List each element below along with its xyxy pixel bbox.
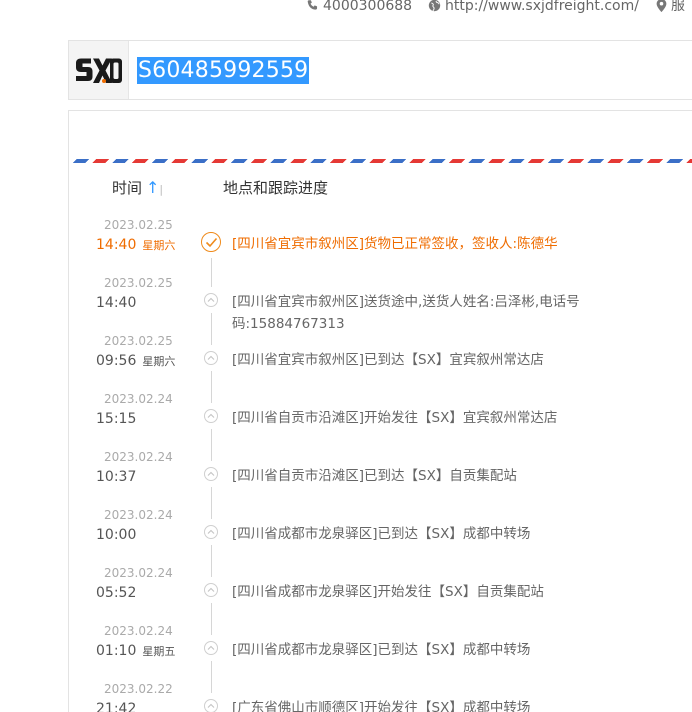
event-description: [四川省成都市龙泉驿区]开始发往【SX】自贡集配站 — [232, 584, 544, 600]
chevron-up-icon — [204, 409, 218, 423]
event-time-block: 14:40 — [96, 293, 136, 313]
chevron-up-icon — [204, 293, 218, 307]
location-pin-icon — [656, 0, 667, 12]
event-time: 01:10 — [96, 643, 137, 659]
event-description: [四川省宜宾市叙州区]送货途中,送货人姓名:吕泽彬,电话号码:158847673… — [232, 294, 580, 332]
website-url: http://www.sxjdfreight.com/ — [445, 0, 639, 14]
event-time-block: 21:42 — [96, 699, 136, 712]
company-logo — [69, 41, 129, 99]
event-date: 2023.02.22 — [104, 682, 173, 696]
chevron-up-icon — [204, 699, 218, 712]
event-date: 2023.02.24 — [104, 392, 173, 406]
check-circle-icon — [201, 232, 221, 252]
contact-bar: 4000300688 http://www.sxjdfreight.com/ 服 — [0, 0, 692, 18]
timeline-event: 2023.02.24 10:37 [四川省自贡市沿滩区]已到达【SX】自贡集配站 — [69, 449, 692, 519]
event-time: 15:15 — [96, 411, 137, 427]
event-time: 10:37 — [96, 469, 137, 485]
tracking-header: S60485992559 — [68, 40, 692, 100]
event-weekday: 星期六 — [142, 355, 176, 368]
phone-contact[interactable]: 4000300688 — [306, 0, 412, 15]
service-contact[interactable]: 服 — [656, 0, 685, 15]
event-date: 2023.02.25 — [104, 276, 173, 290]
website-contact[interactable]: http://www.sxjdfreight.com/ — [428, 0, 639, 15]
event-date: 2023.02.25 — [104, 218, 173, 232]
event-description: [四川省成都市龙泉驿区]已到达【SX】成都中转场 — [232, 642, 531, 658]
chevron-up-icon — [204, 351, 218, 365]
event-time-block: 10:37 — [96, 467, 136, 487]
airmail-border — [69, 159, 692, 163]
event-date: 2023.02.24 — [104, 566, 173, 580]
event-time-block: 14:40 星期六 — [96, 235, 175, 256]
event-time-block: 05:52 — [96, 583, 136, 603]
event-description: [四川省自贡市沿滩区]已到达【SX】自贡集配站 — [232, 468, 517, 484]
event-time-block: 10:00 — [96, 525, 136, 545]
chevron-up-icon — [204, 583, 218, 597]
globe-icon — [428, 0, 441, 12]
sort-arrow-icon[interactable]: ↑ — [146, 178, 159, 197]
event-time: 14:40 — [96, 295, 137, 311]
service-label: 服 — [671, 0, 685, 14]
phone-number: 4000300688 — [323, 0, 413, 14]
tracking-card: 时间 ↑| 地点和跟踪进度 2023.02.25 14:40 星期六 [四川省宜宾市叙州… — [68, 110, 692, 712]
timeline-event: 2023.02.25 14:40 [四川省宜宾市叙州区]送货途中,送货人姓名:吕泽彬… — [69, 275, 692, 345]
timeline-event: 2023.02.24 15:15 [四川省自贡市沿滩区]开始发往【SX】宜宾叙州常达… — [69, 391, 692, 461]
event-weekday: 星期五 — [142, 645, 176, 658]
event-date: 2023.02.25 — [104, 334, 173, 348]
timeline-event: 2023.02.24 05:52 [四川省成都市龙泉驿区]开始发往【SX】自贡集配站 — [69, 565, 692, 635]
sort-divider-icon: | — [159, 183, 164, 196]
event-time: 10:00 — [96, 527, 137, 543]
event-description: [四川省成都市龙泉驿区]已到达【SX】成都中转场 — [232, 526, 531, 542]
tracking-number[interactable]: S60485992559 — [137, 57, 310, 84]
timeline-event: 2023.02.25 09:56 星期六 [四川省宜宾市叙州区]已到达【SX】宜宾叙州… — [69, 333, 692, 403]
time-column-header[interactable]: 时间 ↑| — [112, 177, 163, 198]
event-date: 2023.02.24 — [104, 450, 173, 464]
chevron-up-icon — [204, 641, 218, 655]
timeline-event: 2023.02.24 10:00 [四川省成都市龙泉驿区]已到达【SX】成都中转场 — [69, 507, 692, 577]
place-column-header: 地点和跟踪进度 — [223, 179, 329, 197]
event-time: 21:42 — [96, 701, 137, 712]
timeline-event: 2023.02.22 21:42 [广东省佛山市顺德区]开始发往【SX】成都中转场 — [69, 681, 692, 712]
event-weekday: 星期六 — [142, 239, 176, 252]
event-time: 09:56 — [96, 353, 137, 369]
timeline-event: 2023.02.24 01:10 星期五 [四川省成都市龙泉驿区]已到达【SX】成都中… — [69, 623, 692, 693]
event-time: 05:52 — [96, 585, 137, 601]
event-time-block: 15:15 — [96, 409, 136, 429]
event-description: [四川省自贡市沿滩区]开始发往【SX】宜宾叙州常达店 — [232, 410, 558, 426]
chevron-up-icon — [204, 525, 218, 539]
event-description: [四川省宜宾市叙州区]已到达【SX】宜宾叙州常达店 — [232, 352, 544, 368]
event-date: 2023.02.24 — [104, 508, 173, 522]
timeline-event: 2023.02.25 14:40 星期六 [四川省宜宾市叙州区]货物已正常签收，签收人… — [69, 217, 692, 287]
event-date: 2023.02.24 — [104, 624, 173, 638]
event-time: 14:40 — [96, 237, 137, 253]
time-column-label: 时间 — [112, 179, 143, 197]
sx-logo-icon — [76, 58, 122, 83]
phone-icon — [307, 0, 318, 10]
event-time-block: 09:56 星期六 — [96, 351, 175, 372]
chevron-up-icon — [204, 467, 218, 481]
event-description: [四川省宜宾市叙州区]货物已正常签收，签收人:陈德华 — [232, 236, 558, 252]
event-time-block: 01:10 星期五 — [96, 641, 175, 662]
event-description: [广东省佛山市顺德区]开始发往【SX】成都中转场 — [232, 700, 531, 712]
